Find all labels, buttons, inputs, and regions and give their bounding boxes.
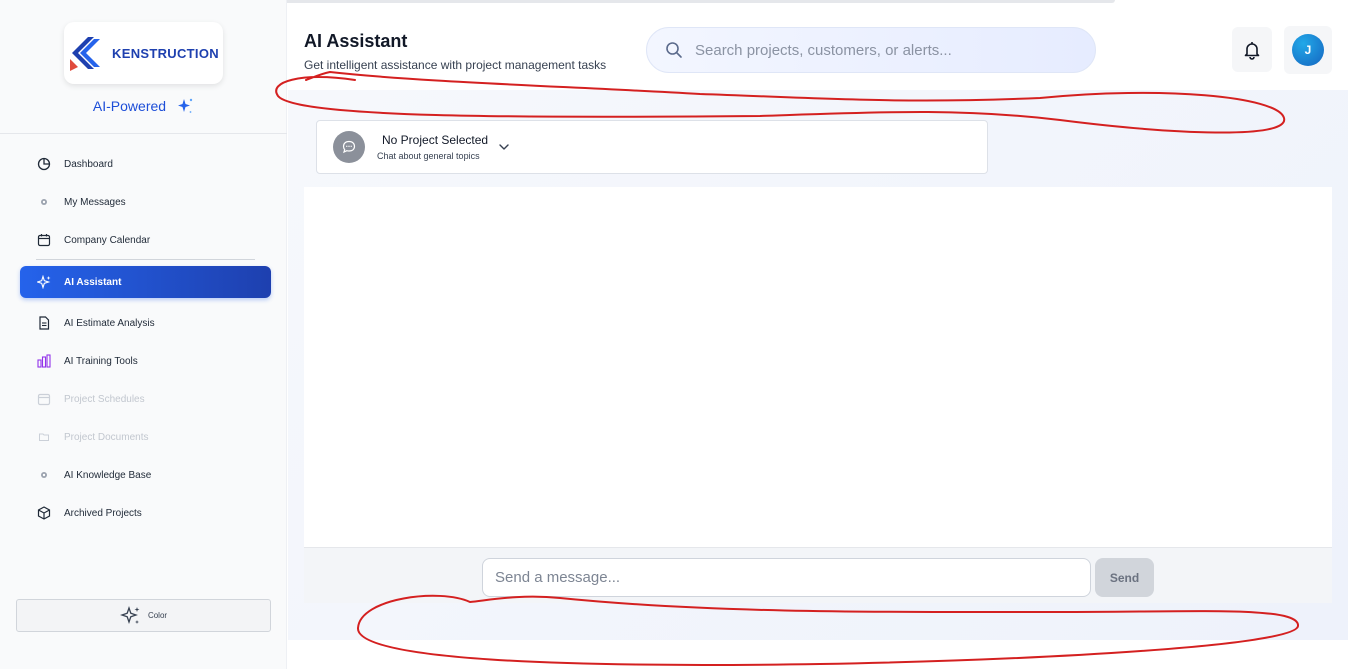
sidebar-item-label: Dashboard bbox=[64, 158, 113, 170]
sidebar-item-ai-training-tools[interactable]: AI Training Tools bbox=[20, 342, 271, 380]
project-selector-title: No Project Selected bbox=[382, 133, 489, 147]
color-button[interactable]: Color bbox=[16, 599, 271, 632]
sidebar-item-project-schedules: Project Schedules bbox=[20, 380, 271, 418]
sidebar-item-ai-knowledge-base[interactable]: AI Knowledge Base bbox=[20, 456, 271, 494]
tagline-label: AI-Powered bbox=[92, 98, 167, 114]
sidebar-item-ai-assistant[interactable]: AI Assistant bbox=[20, 266, 271, 298]
project-selector-subtitle: Chat about general topics bbox=[377, 151, 480, 161]
calendar-icon bbox=[36, 233, 51, 248]
search-input[interactable] bbox=[695, 41, 1075, 59]
sidebar-item-label: AI Estimate Analysis bbox=[64, 317, 155, 329]
user-menu-button[interactable]: J bbox=[1284, 26, 1332, 74]
page-subtitle: Get intelligent assistance with project … bbox=[304, 58, 607, 72]
dot-icon bbox=[36, 195, 51, 210]
sidebar-item-label: AI Knowledge Base bbox=[64, 469, 152, 481]
calendar-icon bbox=[36, 392, 51, 407]
sidebar-item-label: My Messages bbox=[64, 196, 126, 208]
page-title: AI Assistant bbox=[304, 31, 408, 51]
sidebar-item-project-documents: Project Documents bbox=[20, 418, 271, 456]
kenstruction-logo-icon bbox=[70, 37, 101, 71]
sparkle-icon bbox=[36, 275, 51, 290]
message-input[interactable] bbox=[482, 558, 1091, 597]
color-button-label: Color bbox=[147, 611, 168, 620]
sparkles-icon bbox=[119, 605, 140, 624]
sidebar-item-label: AI Training Tools bbox=[64, 355, 138, 367]
nav-divider bbox=[36, 259, 255, 260]
main-content: No Project Selected Chat about general t… bbox=[288, 90, 1348, 640]
document-icon bbox=[36, 316, 51, 331]
sidebar-item-label: Archived Projects bbox=[64, 507, 142, 519]
company-logo[interactable]: KENSTRUCTION bbox=[64, 22, 223, 84]
sidebar: KENSTRUCTION AI-Powered Dashboard My Mes… bbox=[0, 0, 287, 669]
chat-bubble-icon bbox=[333, 131, 365, 163]
sidebar-item-label: Project Documents bbox=[64, 431, 149, 443]
search-icon bbox=[666, 42, 682, 58]
sidebar-item-label: Company Calendar bbox=[64, 234, 151, 246]
bell-icon bbox=[1244, 41, 1260, 60]
ai-powered-tagline: AI-Powered bbox=[0, 97, 287, 115]
project-selector-text: No Project Selected Chat about general t… bbox=[377, 133, 488, 161]
sidebar-item-dashboard[interactable]: Dashboard bbox=[20, 145, 271, 183]
chevron-down-icon bbox=[499, 144, 509, 150]
box-icon bbox=[36, 506, 51, 521]
bar-chart-icon bbox=[36, 354, 51, 369]
sidebar-item-company-calendar[interactable]: Company Calendar bbox=[20, 221, 271, 259]
sidebar-nav: Dashboard My Messages Company Calendar A… bbox=[20, 145, 271, 532]
page-header: AI Assistant Get intelligent assistance … bbox=[288, 10, 1348, 90]
sidebar-divider bbox=[0, 133, 287, 134]
sidebar-item-archived-projects[interactable]: Archived Projects bbox=[20, 494, 271, 532]
logo-text: KENSTRUCTION bbox=[112, 45, 219, 61]
search-bar[interactable] bbox=[646, 27, 1096, 73]
dot-icon bbox=[36, 468, 51, 483]
sidebar-item-ai-estimate-analysis[interactable]: AI Estimate Analysis bbox=[20, 304, 271, 342]
folder-icon bbox=[36, 430, 51, 445]
pie-chart-icon bbox=[36, 157, 51, 172]
avatar: J bbox=[1292, 34, 1324, 66]
sidebar-item-my-messages[interactable]: My Messages bbox=[20, 183, 271, 221]
sparkle-icon bbox=[178, 98, 193, 113]
message-composer: Send bbox=[304, 547, 1332, 603]
sidebar-item-label: Project Schedules bbox=[64, 393, 145, 405]
send-button[interactable]: Send bbox=[1095, 558, 1154, 597]
chat-messages-area[interactable] bbox=[304, 187, 1332, 547]
notifications-button[interactable] bbox=[1232, 27, 1272, 72]
project-selector[interactable]: No Project Selected Chat about general t… bbox=[316, 120, 988, 174]
sidebar-item-label: AI Assistant bbox=[64, 276, 122, 288]
